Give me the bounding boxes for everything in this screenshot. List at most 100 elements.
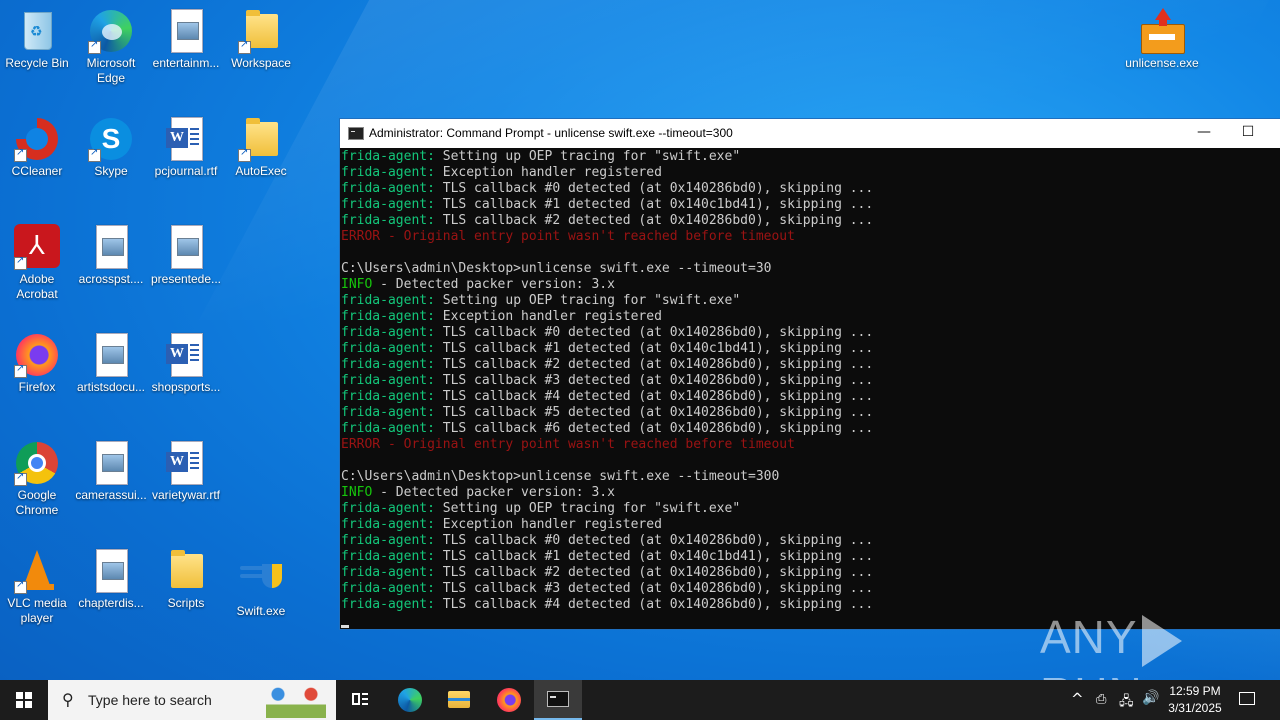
watermark-left: ANY [1040, 611, 1138, 663]
minimize-button[interactable]: — [1182, 119, 1226, 148]
desktop-icon-label: VLC media player [7, 596, 67, 625]
console-text: Setting up OEP tracing for "swift.exe" [434, 501, 741, 516]
desktop-icon-vlc[interactable]: VLC media player [0, 548, 74, 626]
desktop-icon-chapterdis[interactable]: chapterdis... [74, 548, 148, 611]
console-text: TLS callback #1 detected (at 0x140c1bd41… [434, 197, 874, 212]
console-text: Exception handler registered [434, 165, 662, 180]
folder-icon [238, 116, 284, 162]
error-message: ERROR - Original entry point wasn't reac… [341, 437, 795, 452]
desktop-icon-unlicense-exe[interactable]: unlicense.exe [1125, 8, 1199, 71]
volume-icon[interactable]: 🔊 [1142, 690, 1159, 706]
watermark-right: RUN [1040, 668, 1143, 680]
desktop-icon-workspace[interactable]: Workspace [224, 8, 298, 71]
console-line: frida-agent: TLS callback #0 detected (a… [341, 181, 1279, 197]
desktop-icon-label: shopsports... [151, 380, 221, 394]
console-line: ERROR - Original entry point wasn't reac… [341, 229, 1279, 245]
desktop-icon-recycle-bin[interactable]: ♻ Recycle Bin [0, 8, 74, 71]
command-prompt-window[interactable]: Administrator: Command Prompt - unlicens… [339, 118, 1280, 630]
desktop-icon-label: Microsoft Edge [86, 56, 136, 85]
clock-date: 3/31/2025 [1168, 701, 1222, 715]
desktop-icon-adobe-acrobat[interactable]: ⅄ Adobe Acrobat [0, 224, 74, 302]
desktop-icon-presentede[interactable]: presentede... [149, 224, 223, 287]
image-file-icon [88, 440, 134, 486]
agent-tag: frida-agent: [341, 597, 435, 612]
info-tag: INFO [341, 277, 373, 292]
desktop-icon-pcjournal[interactable]: W pcjournal.rtf [149, 116, 223, 179]
console-line: C:\Users\admin\Desktop>unlicense swift.e… [341, 469, 1279, 485]
taskbar-file-explorer[interactable] [435, 680, 483, 720]
console-text: TLS callback #1 detected (at 0x140c1bd41… [434, 341, 874, 356]
search-box[interactable]: ⚲ Type here to search [48, 680, 336, 720]
console-line: frida-agent: TLS callback #1 detected (a… [341, 549, 1279, 565]
desktop-icon-label: pcjournal.rtf [154, 164, 218, 178]
agent-tag: frida-agent: [341, 181, 435, 196]
cmd-icon [547, 691, 569, 707]
console-line: frida-agent: Setting up OEP tracing for … [341, 293, 1279, 309]
desktop-icon-firefox[interactable]: Firefox [0, 332, 74, 395]
agent-tag: frida-agent: [341, 149, 435, 164]
console-output[interactable]: frida-agent: Setting up OEP tracing for … [341, 149, 1279, 627]
console-line: INFO - Detected packer version: 3.x [341, 277, 1279, 293]
desktop-icon-label: Firefox [18, 380, 56, 394]
desktop-icon-label: Workspace [231, 56, 291, 70]
console-line: C:\Users\admin\Desktop>unlicense swift.e… [341, 261, 1279, 277]
desktop-icon-microsoft-edge[interactable]: Microsoft Edge [74, 8, 148, 86]
desktop-icon-label: AutoExec [235, 164, 287, 178]
console-text: TLS callback #5 detected (at 0x140286bd0… [434, 405, 874, 420]
task-view-button[interactable] [336, 680, 384, 720]
notifications-button[interactable] [1226, 680, 1270, 720]
desktop-icon-artistsdocu[interactable]: artistsdocu... [74, 332, 148, 395]
meet-now-icon[interactable]: ⎙ [1096, 692, 1106, 707]
firefox-icon [497, 688, 521, 712]
image-file-icon [88, 548, 134, 594]
image-file-icon [88, 332, 134, 378]
console-line: INFO - Detected packer version: 3.x [341, 485, 1279, 501]
taskbar-edge[interactable] [386, 680, 434, 720]
desktop-icon-label: chapterdis... [78, 596, 144, 610]
taskbar-command-prompt[interactable] [534, 680, 582, 720]
firefox-icon [14, 332, 60, 378]
agent-tag: frida-agent: [341, 501, 435, 516]
maximize-button[interactable]: ☐ [1226, 119, 1270, 148]
desktop-icon-entertainm[interactable]: entertainm... [149, 8, 223, 71]
desktop-icon-camerassui[interactable]: camerassui... [74, 440, 148, 503]
console-line: frida-agent: TLS callback #2 detected (a… [341, 213, 1279, 229]
agent-tag: frida-agent: [341, 165, 435, 180]
desktop-icon-label: Swift.exe [236, 604, 286, 618]
desktop-icon-label: presentede... [150, 272, 222, 286]
taskbar-firefox[interactable] [485, 680, 533, 720]
console-text: TLS callback #0 detected (at 0x140286bd0… [434, 181, 874, 196]
desktop-icon-scripts[interactable]: Scripts [149, 548, 223, 611]
desktop-icon-shopsports[interactable]: W shopsports... [149, 332, 223, 395]
console-line: frida-agent: Setting up OEP tracing for … [341, 149, 1279, 165]
chevron-up-icon[interactable]: ^ [1071, 690, 1084, 708]
window-titlebar[interactable]: Administrator: Command Prompt - unlicens… [340, 119, 1280, 148]
network-icon[interactable]: 🖧 [1119, 692, 1134, 714]
ccleaner-icon [14, 116, 60, 162]
desktop-icon-ccleaner[interactable]: CCleaner [0, 116, 74, 179]
console-text: Exception handler registered [434, 517, 662, 532]
play-icon [1141, 614, 1182, 667]
desktop-icon-varietywar[interactable]: W varietywar.rtf [149, 440, 223, 503]
clock[interactable]: 12:59 PM 3/31/2025 [1160, 683, 1230, 717]
desktop-icon-skype[interactable]: S Skype [74, 116, 148, 179]
agent-tag: frida-agent: [341, 309, 435, 324]
desktop-icon-label: acrosspst.... [78, 272, 144, 286]
desktop-icon-google-chrome[interactable]: Google Chrome [0, 440, 74, 518]
console-text: C:\Users\admin\Desktop>unlicense swift.e… [341, 469, 780, 484]
desktop-icon-acrosspst[interactable]: acrosspst.... [74, 224, 148, 287]
agent-tag: frida-agent: [341, 389, 435, 404]
swift-installer-icon [238, 556, 284, 602]
chrome-icon [14, 440, 60, 486]
desktop-icon-swift-exe[interactable]: Swift.exe [224, 556, 298, 619]
desktop-icon-label: CCleaner [11, 164, 63, 178]
search-placeholder: Type here to search [88, 692, 212, 708]
unlicense-box-icon [1139, 8, 1185, 54]
start-button[interactable] [0, 680, 48, 720]
desktop-icon-autoexec[interactable]: AutoExec [224, 116, 298, 179]
console-text: Setting up OEP tracing for "swift.exe" [434, 149, 741, 164]
console-text: TLS callback #3 detected (at 0x140286bd0… [434, 581, 874, 596]
desktop: ♻ Recycle Bin CCleaner ⅄ Adobe Acrobat F… [0, 0, 1280, 680]
info-tag: INFO [341, 485, 373, 500]
